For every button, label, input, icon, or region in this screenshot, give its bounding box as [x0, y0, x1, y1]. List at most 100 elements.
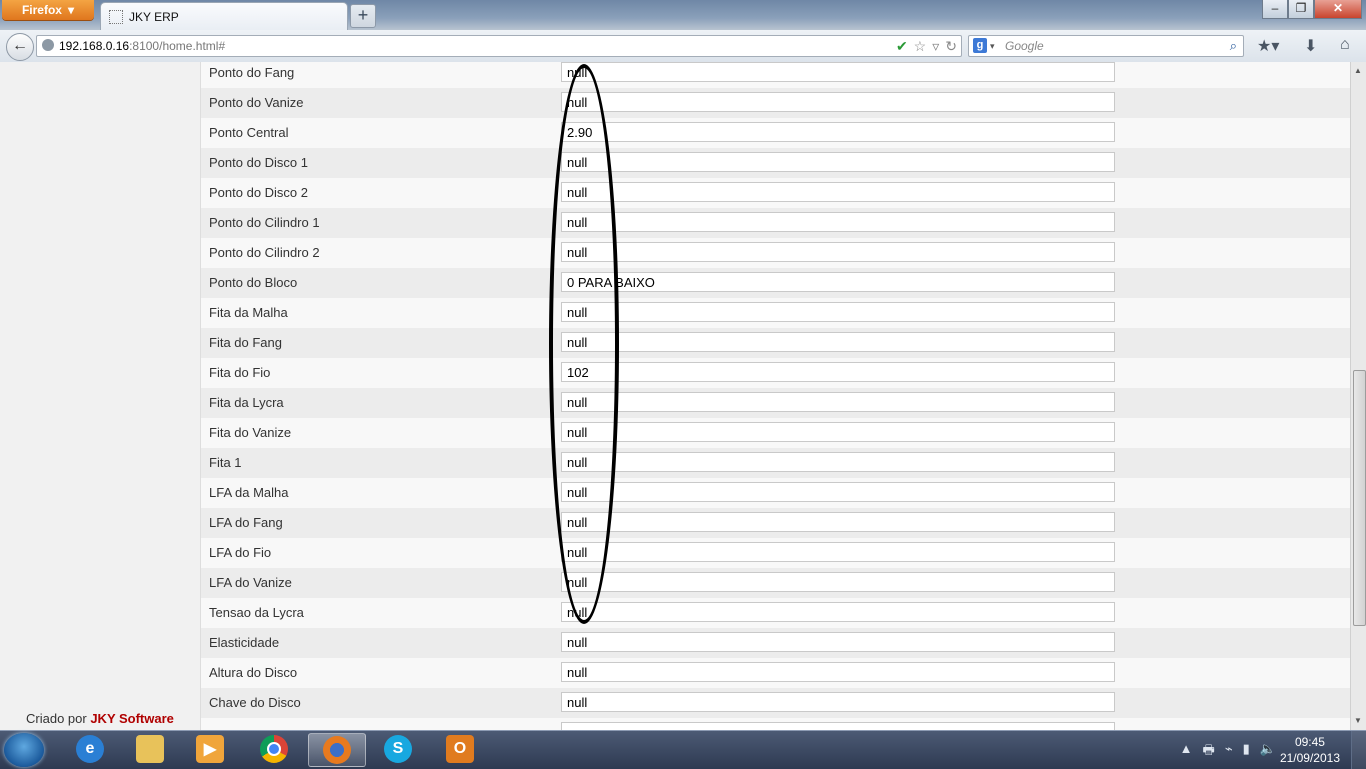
field-label: LFA do Fio [209, 545, 272, 560]
taskbar-file-explorer[interactable] [122, 733, 178, 765]
credit-prefix: Criado por [26, 711, 87, 726]
field-input[interactable]: null [561, 392, 1115, 412]
field-input[interactable]: null [561, 92, 1115, 112]
power-plug-icon[interactable]: ⌁ [1225, 741, 1233, 763]
field-input[interactable]: null [561, 482, 1115, 502]
address-bar-icons: ✔ ☆ ▿ ↻ [896, 36, 957, 56]
new-tab-button[interactable]: + [350, 4, 376, 28]
search-bar[interactable]: g ▾ Google ⌕ [968, 35, 1244, 57]
form-row: Fita do Vanize null [201, 418, 1350, 449]
taskbar-media-player[interactable]: ▶ [182, 733, 238, 765]
field-label: Ponto do Disco 1 [209, 155, 309, 170]
form-row: Fita da Malha null [201, 298, 1350, 329]
form-row: Ponto do Disco 2 null [201, 178, 1350, 209]
form-row: Fita do Fio 102 [201, 358, 1350, 389]
field-label: LFA da Malha [209, 485, 289, 500]
field-input[interactable]: null [561, 332, 1115, 352]
field-input[interactable]: null [561, 662, 1115, 682]
taskbar-firefox[interactable] [308, 733, 366, 767]
form-row: Ponto do Disco 1 null [201, 148, 1350, 179]
field-input[interactable]: 102 [561, 362, 1115, 382]
field-input[interactable]: null [561, 632, 1115, 652]
form-row: LFA do Vanize null [201, 568, 1350, 599]
maximize-button[interactable]: ❐ [1288, 0, 1314, 19]
google-engine-icon[interactable]: g [973, 38, 987, 53]
address-bar[interactable]: 192.168.0.16:8100/home.html# ✔ ☆ ▿ ↻ [36, 35, 962, 57]
volume-icon[interactable]: 🔈 [1260, 741, 1276, 763]
vertical-scrollbar[interactable]: ▲ ▼ [1350, 62, 1366, 730]
field-input[interactable] [561, 722, 1115, 730]
form-row: Elasticidade null [201, 628, 1350, 659]
field-input[interactable]: null [561, 212, 1115, 232]
field-input[interactable]: null [561, 452, 1115, 472]
show-desktop-button[interactable] [1351, 731, 1366, 769]
form-row: Ponto Central 2.90 [201, 118, 1350, 149]
search-icon[interactable]: ⌕ [1230, 36, 1237, 56]
form-row: Ponto do Vanize null [201, 88, 1350, 119]
taskbar-skype[interactable]: S [370, 733, 426, 765]
form-row: Ponto do Bloco 0 PARA BAIXO [201, 268, 1350, 299]
field-label: Ponto do Cilindro 2 [209, 245, 320, 260]
downloads-icon[interactable]: ⬇ [1304, 36, 1317, 56]
field-input[interactable]: null [561, 182, 1115, 202]
printer-icon[interactable]: 🖶 [1203, 741, 1215, 763]
engine-dropdown-icon[interactable]: ▾ [990, 36, 995, 56]
tab-jky-erp[interactable]: JKY ERP [100, 2, 348, 30]
field-label: Ponto do Cilindro 1 [209, 215, 320, 230]
taskbar-outlook[interactable]: O [432, 733, 488, 765]
field-label: Fita do Fio [209, 365, 271, 380]
field-label: Ponto do Bloco [209, 275, 298, 290]
home-icon[interactable]: ⌂ [1340, 36, 1350, 54]
scroll-down-arrow-icon[interactable]: ▼ [1354, 716, 1362, 725]
form-panel: Ponto do Fang null Ponto do Vanize null Pont… [200, 62, 1350, 730]
field-input[interactable]: null [561, 602, 1115, 622]
field-input[interactable]: 0 PARA BAIXO [561, 272, 1115, 292]
taskbar-chrome[interactable] [246, 733, 302, 765]
field-input[interactable]: null [561, 542, 1115, 562]
field-label: Ponto do Disco 2 [209, 185, 309, 200]
scroll-up-arrow-icon[interactable]: ▲ [1354, 66, 1362, 75]
form-row: LFA do Fang null [201, 508, 1350, 539]
firefox-menu-button[interactable]: Firefox ▾ [2, 0, 94, 20]
field-input[interactable]: null [561, 572, 1115, 592]
field-input[interactable]: null [561, 692, 1115, 712]
dropdown-arrow-icon[interactable]: ▿ [932, 36, 939, 56]
bookmarks-menu-icon[interactable]: ★▾ [1257, 36, 1279, 56]
field-input[interactable]: null [561, 152, 1115, 172]
field-input[interactable]: null [561, 422, 1115, 442]
url-host: 192.168.0.16 [59, 39, 130, 53]
bookmark-star-icon[interactable]: ☆ [914, 36, 927, 56]
network-signal-icon[interactable]: ▮ [1243, 741, 1250, 763]
chrome-icon [260, 735, 288, 763]
field-input[interactable]: null [561, 302, 1115, 322]
search-placeholder: Google [1005, 39, 1044, 53]
reload-icon[interactable]: ↻ [945, 36, 957, 56]
field-label: Tensao da Lycra [209, 605, 304, 620]
field-label: Elasticidade [209, 635, 280, 650]
footer-credit: Criado por JKY Software [26, 711, 174, 726]
check-circle-icon[interactable]: ✔ [896, 36, 908, 56]
minimize-button[interactable]: – [1262, 0, 1288, 19]
system-clock[interactable]: 09:45 21/09/2013 [1280, 734, 1340, 766]
field-input[interactable]: null [561, 242, 1115, 262]
field-input[interactable]: null [561, 512, 1115, 532]
show-hidden-icons-icon[interactable]: ▲ [1180, 741, 1193, 763]
credit-brand-link[interactable]: JKY Software [90, 711, 174, 726]
site-identity-icon[interactable] [42, 39, 54, 51]
field-label: Fita 1 [209, 455, 242, 470]
field-label: Altura do Disco [209, 665, 298, 680]
field-label: Chave do Disco [209, 695, 301, 710]
back-button[interactable]: ← [6, 33, 34, 61]
field-input[interactable]: 2.90 [561, 122, 1115, 142]
start-button[interactable] [4, 733, 44, 767]
field-input[interactable]: null [561, 62, 1115, 82]
firefox-menu-label: Firefox [21, 3, 62, 17]
page-content: Criado por JKY Software Ponto do Fang nul… [0, 62, 1350, 730]
form-row: Altura do Disco null [201, 658, 1350, 689]
close-button[interactable]: ✕ [1314, 0, 1362, 19]
outlook-icon: O [446, 735, 474, 763]
form-row: Ponto do Fang null [201, 62, 1350, 89]
taskbar-internet-explorer[interactable]: e [62, 733, 118, 765]
folder-icon [136, 735, 164, 763]
scrollbar-thumb[interactable] [1353, 370, 1366, 626]
